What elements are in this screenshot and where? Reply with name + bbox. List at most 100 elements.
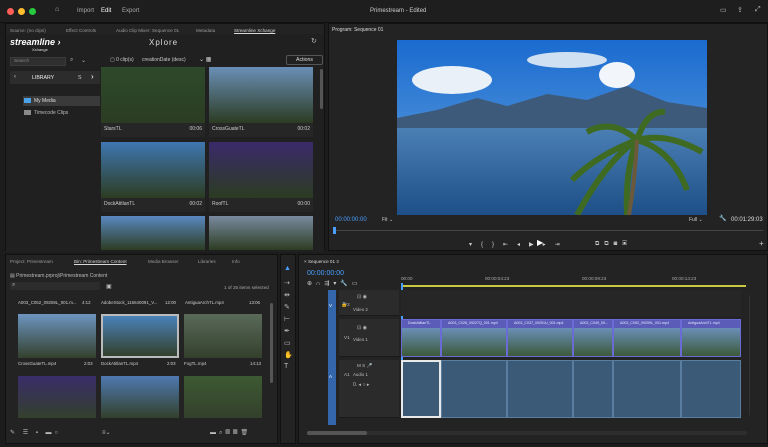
sort-select[interactable]: creationDate (desc) [142,57,186,63]
add-button[interactable]: + [759,239,764,248]
workspace-icon[interactable]: ▭ [720,6,727,14]
timeline-scrollbar[interactable] [307,431,747,435]
tab-audio-clip-mixer[interactable]: Audio Clip Mixer: Sequence 01 [116,28,179,33]
bin-clip[interactable] [184,314,262,358]
s-label[interactable]: S [78,75,81,81]
tab-sequence[interactable]: × Sequence 01 ≡ [304,259,339,264]
work-area-bar[interactable] [401,285,746,287]
v-source-label[interactable]: V [329,303,332,308]
folder-my-media[interactable]: My Media [23,96,100,106]
timeline-timecode[interactable]: 00:00:00:00 [307,270,344,277]
track-select-icon[interactable]: ⇢ [284,279,290,287]
export-menu[interactable]: Export [122,8,139,14]
source-thumbnail[interactable]: RoofTL 00:00 [209,142,313,212]
tab-source[interactable]: Source: (no clips) [10,28,46,33]
arrow-tool-icon[interactable]: ▲ [284,265,291,272]
timeline-clip[interactable]: AntiguaArchTL.mp4 [681,319,741,357]
share-icon[interactable]: ⇪ [737,6,743,14]
minimize-window-button[interactable] [18,8,25,15]
export-frame-controls[interactable]: ⧉⧉◙▣ [595,241,632,248]
audio-clip[interactable] [613,360,681,418]
home-icon[interactable]: ⌂ [55,6,59,13]
rectangle-icon[interactable]: ▭ [284,339,291,347]
bin-clip[interactable] [18,314,96,358]
bin-item-name[interactable]: A003_C052_09259L_001.m... [18,300,77,305]
pen-icon[interactable]: ✒ [284,327,290,335]
scrollbar[interactable] [270,303,273,383]
timeline-clip[interactable]: A003_C049_09... [573,319,613,357]
audio-clip[interactable] [441,360,507,418]
import-menu[interactable]: Import [77,8,94,14]
play-icon[interactable]: ▶ [537,238,543,247]
video1-track[interactable]: DockAtitlanTL A003_C026_09227Q_001.mp4 A00… [401,319,741,357]
zoom-window-button[interactable] [29,8,36,15]
program-timecode[interactable]: 00:00:00:00 [335,217,367,223]
timeline-clip[interactable]: A003_C037_09251U_001.mp4 [507,319,573,357]
lock-icon[interactable]: 🔒 [341,302,347,308]
tab-media-browser[interactable]: Media Browser [148,259,179,264]
selected-audio-clip[interactable] [401,360,441,418]
eye-icon[interactable]: ⊡ ◉ [357,294,367,300]
bin-clip[interactable] [101,314,179,358]
search-icon[interactable]: ⌕ [70,57,73,64]
bin-clip[interactable] [18,376,96,418]
source-thumbnail[interactable]: DockAtitlanTL 00:02 [101,142,205,212]
tab-libraries[interactable]: Libraries [198,259,216,264]
tab-bin[interactable]: Bin: Primestream Content [74,259,127,264]
source-thumbnail[interactable] [209,216,313,250]
new-bin-icon[interactable]: ▣ [106,283,112,290]
library-label[interactable]: LIBRARY [32,75,54,81]
bin-footer-tools[interactable]: ✎ ☰ ▪ ▬○ [10,429,61,436]
bin-actions[interactable]: ▬⌕▤▦🗑 [210,429,251,437]
playhead[interactable] [333,227,336,234]
timeline-clip[interactable]: DockAtitlanTL [401,319,441,357]
source-thumbnail[interactable]: CrossGuateTL 00:02 [209,67,313,137]
actions-button[interactable]: Actions [286,55,323,65]
chevron-right-icon[interactable]: › [91,72,94,81]
bin-clip[interactable] [184,376,262,418]
tab-metadata[interactable]: Metadata [196,28,215,33]
mute-solo-icons[interactable]: M S 🎤 [357,363,372,369]
tab-effect-controls[interactable]: Effect Controls [66,28,96,33]
refresh-icon[interactable]: ↻ [311,37,317,45]
sort-icon[interactable]: ≡⌄ [102,429,111,436]
chevron-left-icon[interactable]: ‹ [14,74,16,80]
razor-icon[interactable]: ✎ [284,303,290,311]
timeline-clip[interactable]: A003_C052_09259L_001.mp4 [613,319,681,357]
bin-item-name[interactable]: AdobeStock_116640091_V... [101,300,157,305]
hand-icon[interactable]: ✋ [284,351,293,359]
timeline-clip[interactable]: A003_C026_09227Q_001.mp4 [441,319,507,357]
chevron-down-icon[interactable]: ⌄ [81,57,86,64]
eye-icon[interactable]: ⊡ ◉ [357,325,367,331]
a-source-label[interactable]: A [329,374,332,379]
bin-clip[interactable] [101,376,179,418]
source-thumbnail[interactable]: StarsTL 00:06 [101,67,205,137]
audio1-track[interactable] [401,360,741,418]
transport-controls[interactable]: ▾{}⇤◂▶▸⇥ [469,241,569,248]
edit-menu[interactable]: Edit [101,8,111,14]
type-icon[interactable]: T [284,363,288,370]
folder-timecode-clips[interactable]: Timecode Clips [23,108,100,117]
tab-info[interactable]: Info [232,259,240,264]
fit-select[interactable]: Fit ⌄ [382,217,393,223]
search-input[interactable]: Search [10,57,66,66]
slip-icon[interactable]: ⊢ [284,315,290,323]
video2-track[interactable] [401,290,741,316]
full-select[interactable]: Full ⌄ [689,217,703,223]
source-thumbnail[interactable] [101,216,205,250]
tab-project[interactable]: Project: Primestream [10,259,53,264]
scrollbar[interactable] [320,69,323,109]
expand-icon[interactable]: ⤢ [755,6,761,14]
close-window-button[interactable] [7,8,14,15]
audio-clip[interactable] [681,360,741,418]
tab-streamline-xchange[interactable]: Streamline Xchange [234,28,275,33]
bin-item-name[interactable]: AntiguaArchTL.mp4 [185,300,224,305]
grid-view-icon[interactable]: ⌄ ▦ [199,56,211,63]
bin-search-input[interactable]: ⌕ [10,282,100,290]
wrench-icon[interactable]: 🔧 [719,215,726,222]
audio-keyframe-icon[interactable]: 0. ◂ ○ ▸ [353,382,369,388]
audio-clip[interactable] [507,360,573,418]
ripple-edit-icon[interactable]: ⇹ [284,291,290,299]
audio-clip[interactable] [573,360,613,418]
timeline-tools[interactable]: ⊕∩⇶▾🔧▭ [307,280,362,287]
